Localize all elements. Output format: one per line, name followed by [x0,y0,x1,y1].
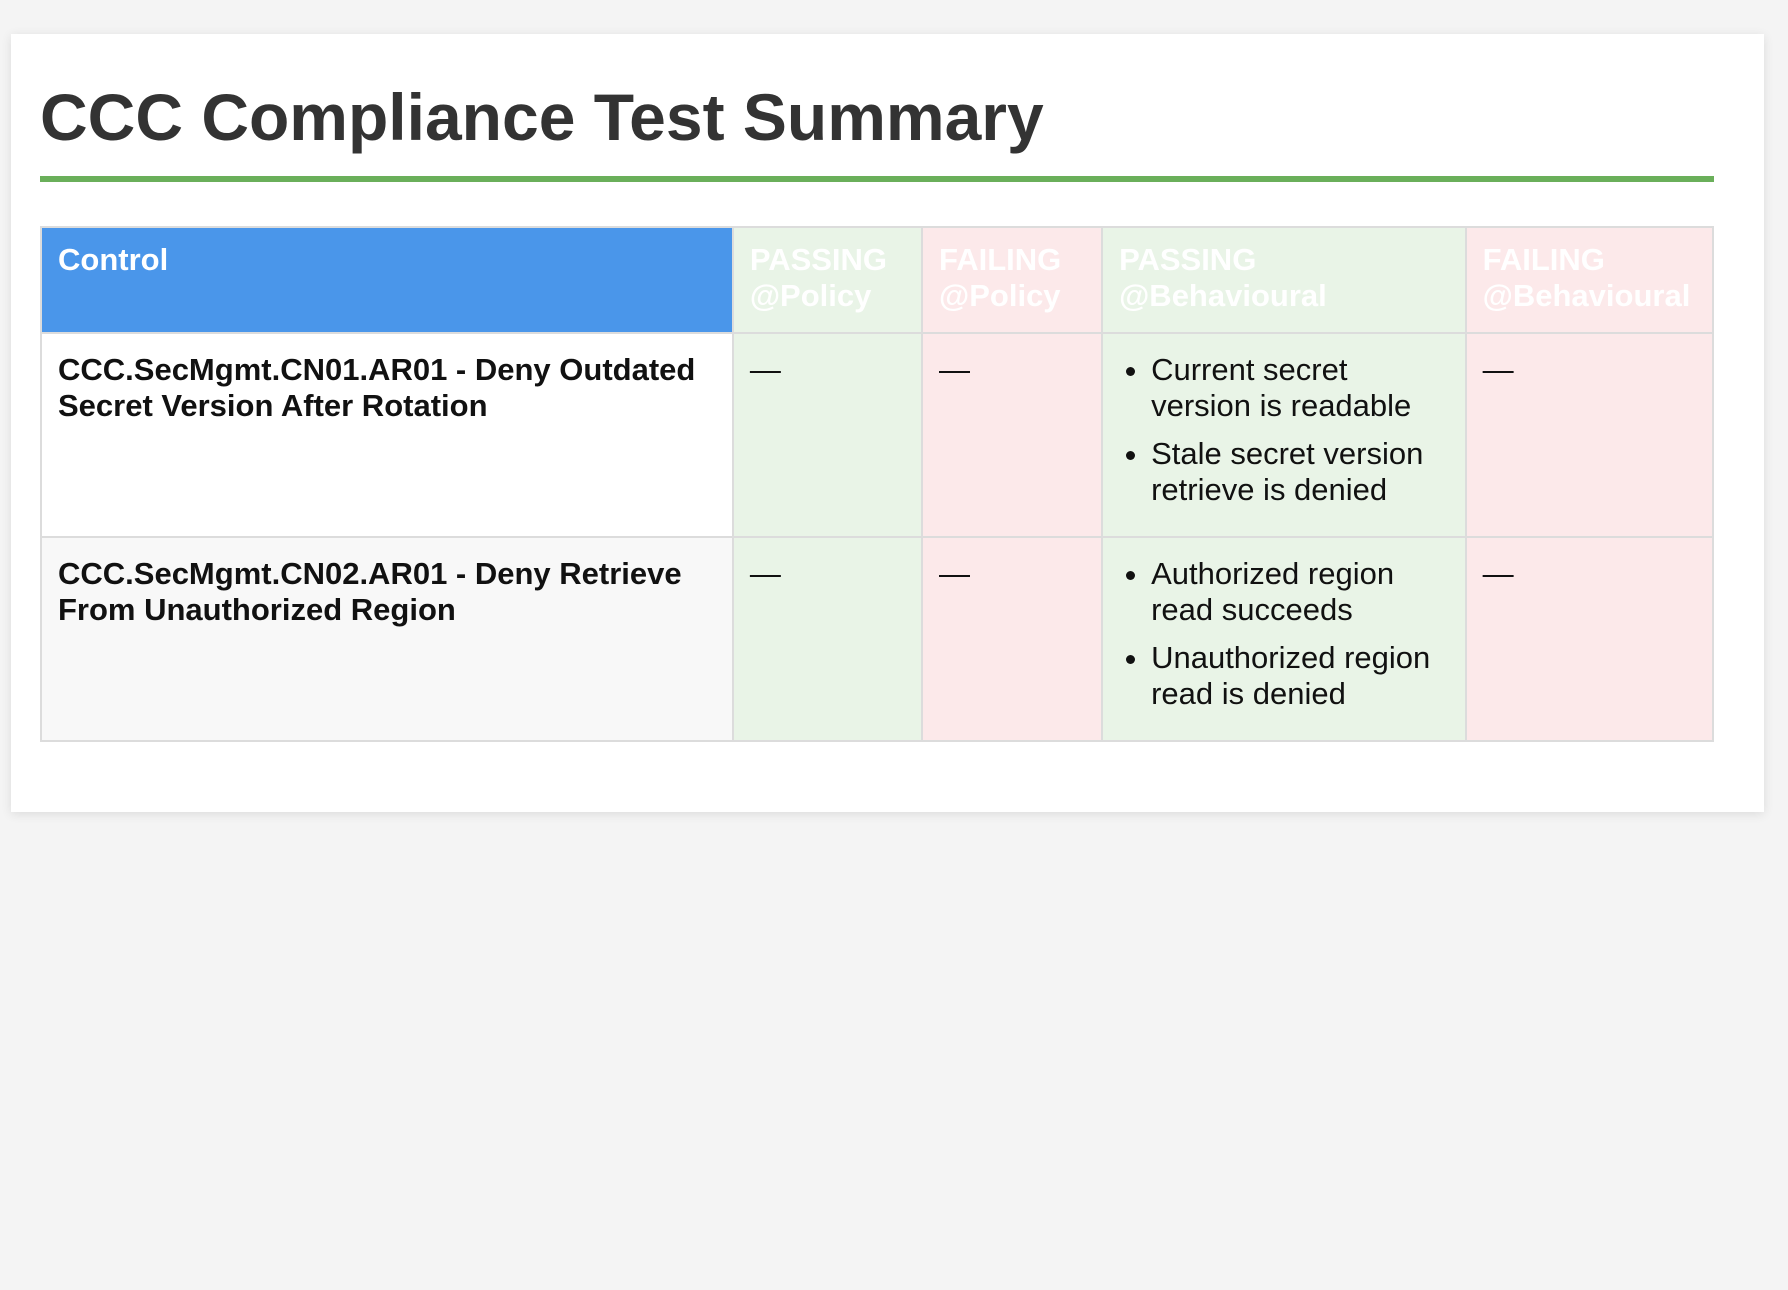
header-control: Control [40,226,734,334]
passing-behavioural-list: Authorized region read succeeds Unauthor… [1119,556,1449,712]
header-failing-policy: FAILING @Policy [920,226,1104,334]
passing-policy-cell: — [731,536,924,742]
failing-policy-cell: — [920,332,1104,538]
header-passing-behavioural: PASSING @Behavioural [1101,226,1467,334]
header-failing-behavioural: FAILING @Behavioural [1464,226,1715,334]
control-name: CCC.SecMgmt.CN02.AR01 - Deny Retrieve Fr… [40,536,734,742]
list-item: Stale secret version retrieve is denied [1151,436,1449,508]
failing-policy-cell: — [920,536,1104,742]
failing-behavioural-cell: — [1464,536,1715,742]
title-divider [40,176,1714,182]
passing-behavioural-list: Current secret version is readable Stale… [1119,352,1449,508]
list-item: Current secret version is readable [1151,352,1449,424]
table-row: CCC.SecMgmt.CN01.AR01 - Deny Outdated Se… [40,332,1715,538]
list-item: Unauthorized region read is denied [1151,640,1449,712]
page-title: CCC Compliance Test Summary [40,80,1044,154]
list-item: Authorized region read succeeds [1151,556,1449,628]
failing-behavioural-cell: — [1464,332,1715,538]
control-name: CCC.SecMgmt.CN01.AR01 - Deny Outdated Se… [40,332,734,538]
passing-policy-cell: — [731,332,924,538]
compliance-summary-table: Control PASSING @Policy FAILING @Policy … [40,226,1715,742]
table-header-row: Control PASSING @Policy FAILING @Policy … [40,226,1715,334]
table-row: CCC.SecMgmt.CN02.AR01 - Deny Retrieve Fr… [40,536,1715,742]
passing-behavioural-cell: Authorized region read succeeds Unauthor… [1101,536,1467,742]
passing-behavioural-cell: Current secret version is readable Stale… [1101,332,1467,538]
header-passing-policy: PASSING @Policy [731,226,924,334]
